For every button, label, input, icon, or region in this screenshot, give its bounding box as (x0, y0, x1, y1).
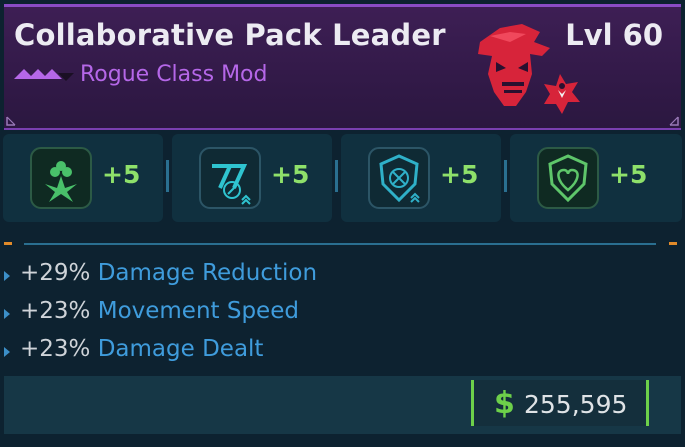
shield-grid-skill-icon (368, 147, 430, 209)
stat-value: +23% (20, 336, 91, 362)
price-bar: $ 255,595 (4, 376, 681, 434)
skill-bonus-value: +5 (609, 160, 648, 189)
skill-separator (335, 160, 338, 192)
bullet-arrow-icon (4, 309, 10, 319)
heart-shield-skill-icon (537, 147, 599, 209)
bullet-arrow-icon (4, 271, 10, 281)
section-divider (24, 243, 656, 245)
skill-bonus-value: +5 (440, 160, 479, 189)
header-accent-line (4, 4, 681, 7)
item-type: Rogue Class Mod (80, 62, 268, 87)
skill-separator (166, 160, 169, 192)
stat-name: Damage Dealt (97, 336, 264, 362)
skill-separator (504, 160, 507, 192)
item-header: Collaborative Pack Leader Lvl 60 Rogue C… (4, 4, 681, 130)
divider-accent (669, 242, 677, 245)
corner-mark-icon (669, 116, 679, 126)
price-amount: 255,595 (524, 390, 628, 419)
skill-bonus-2[interactable]: +5 (172, 134, 332, 222)
clover-burst-skill-icon (30, 147, 92, 209)
price-tag: $ 255,595 (471, 380, 649, 426)
item-type-row: Rogue Class Mod (14, 62, 267, 87)
stat-name: Movement Speed (97, 298, 299, 324)
stat-row: +23% Damage Dealt (0, 334, 685, 372)
stat-list: +29% Damage Reduction +23% Movement Spee… (0, 258, 685, 372)
rogue-class-emblem-icon (478, 24, 580, 114)
skill-bonus-1[interactable]: +5 (3, 134, 163, 222)
stat-name: Damage Reduction (97, 260, 318, 286)
slash-claw-skill-icon (199, 147, 261, 209)
bullet-arrow-icon (4, 347, 10, 357)
stat-text: +29% Damage Reduction (20, 260, 317, 286)
stat-value: +29% (20, 260, 91, 286)
skill-bonus-row: +5 +5 +5 +5 (3, 134, 682, 222)
divider-accent (4, 242, 12, 245)
stat-text: +23% Damage Dealt (20, 336, 263, 362)
corner-mark-icon (6, 116, 16, 126)
skill-bonus-value: +5 (271, 160, 310, 189)
skill-bonus-value: +5 (102, 160, 141, 189)
stat-row: +23% Movement Speed (0, 296, 685, 334)
skill-bonus-4[interactable]: +5 (510, 134, 682, 222)
currency-icon: $ (494, 386, 515, 421)
item-card: Collaborative Pack Leader Lvl 60 Rogue C… (0, 0, 685, 447)
item-name: Collaborative Pack Leader (14, 18, 446, 52)
stat-value: +23% (20, 298, 91, 324)
rarity-chevrons-icon (14, 68, 74, 81)
skill-bonus-3[interactable]: +5 (341, 134, 501, 222)
stat-row: +29% Damage Reduction (0, 258, 685, 296)
stat-text: +23% Movement Speed (20, 298, 299, 324)
